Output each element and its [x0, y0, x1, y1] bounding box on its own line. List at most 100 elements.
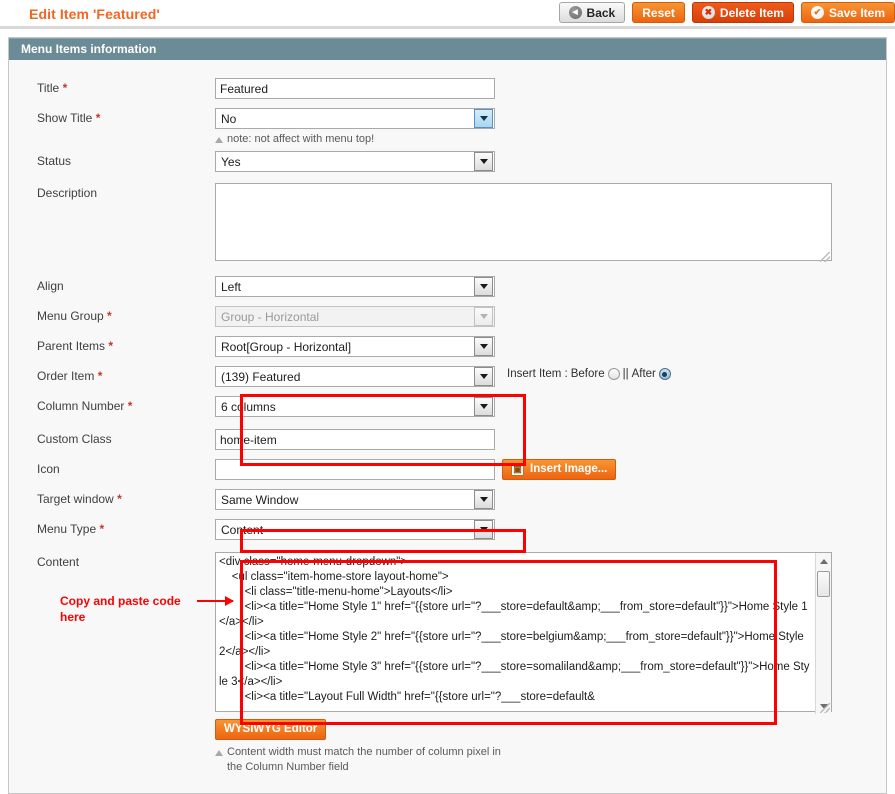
field-row-menu-type: Menu Type * Content: [9, 519, 886, 540]
control-align: Left: [215, 276, 495, 297]
content-note-line2: the Column Number field: [227, 761, 349, 773]
menu-group-select: Group - Horizontal: [215, 306, 495, 327]
chevron-down-icon[interactable]: [474, 152, 493, 171]
label-parent-items-text: Parent Items: [37, 339, 106, 353]
control-show-title: No note: not affect with menu top!: [215, 108, 495, 147]
column-number-value: 6 columns: [221, 399, 276, 414]
scroll-thumb[interactable]: [817, 571, 830, 597]
label-title: Title *: [9, 78, 215, 98]
label-menu-group: Menu Group *: [9, 306, 215, 326]
field-row-column-number: Column Number * 6 columns: [9, 396, 886, 417]
label-parent-items: Parent Items *: [9, 336, 215, 356]
required-marker: *: [95, 111, 101, 125]
target-window-value: Same Window: [221, 492, 299, 507]
content-textarea[interactable]: <div class="home-menu-dropdown"> <ul cla…: [215, 552, 832, 712]
target-window-select[interactable]: Same Window: [215, 489, 495, 510]
control-custom-class: [215, 429, 495, 450]
align-select[interactable]: Left: [215, 276, 495, 297]
field-row-icon: Icon ▣ Insert Image...: [9, 459, 886, 480]
save-item-button-label: Save Item: [828, 5, 885, 20]
field-row-menu-group: Menu Group * Group - Horizontal: [9, 306, 886, 327]
label-order-item: Order Item *: [9, 366, 215, 386]
wysiwyg-editor-button-label: WYSIWYG Editor: [224, 722, 318, 735]
scroll-down-button[interactable]: [816, 698, 831, 714]
panel-header: Menu Items information: [9, 38, 886, 60]
label-title-text: Title: [37, 81, 60, 95]
label-menu-type-text: Menu Type: [37, 522, 97, 536]
content-scrollbar[interactable]: [815, 553, 831, 714]
field-row-title: Title *: [9, 78, 886, 99]
description-textarea[interactable]: [215, 183, 832, 261]
reset-button[interactable]: Reset: [632, 2, 685, 23]
chevron-down-icon[interactable]: [474, 367, 493, 386]
page-title: Edit Item 'Featured': [29, 6, 160, 22]
form-body: Title * Show Title * No note: not affect: [9, 60, 886, 793]
save-item-button[interactable]: ✔ Save Item: [800, 2, 895, 23]
insert-after-radio[interactable]: [658, 368, 671, 380]
content-note: Content width must match the number of c…: [215, 745, 832, 775]
show-title-value: No: [221, 111, 237, 126]
label-description-text: Description: [37, 186, 98, 200]
chevron-down-icon[interactable]: [474, 397, 493, 416]
status-select[interactable]: Yes: [215, 151, 495, 172]
column-number-select[interactable]: 6 columns: [215, 396, 495, 417]
order-item-select[interactable]: (139) Featured: [215, 366, 495, 387]
order-item-value: (139) Featured: [221, 369, 301, 384]
chevron-down-icon[interactable]: [474, 490, 493, 509]
show-title-select[interactable]: No: [215, 108, 495, 129]
parent-items-select[interactable]: Root[Group - Horizontal]: [215, 336, 495, 357]
insert-before-radio[interactable]: [607, 368, 620, 380]
custom-class-input[interactable]: [215, 429, 495, 450]
delete-item-button[interactable]: ✖ Delete Item: [691, 2, 794, 23]
insert-separator: ||: [622, 368, 629, 380]
menu-type-select[interactable]: Content: [215, 519, 495, 540]
title-input[interactable]: [215, 78, 495, 99]
control-content: <div class="home-menu-dropdown"> <ul cla…: [215, 552, 832, 775]
panel-header-label: Menu Items information: [21, 42, 157, 56]
label-menu-type: Menu Type *: [9, 519, 215, 539]
field-row-content: Content <div class="home-menu-dropdown">…: [9, 552, 886, 775]
label-align: Align: [9, 276, 215, 296]
back-circle-icon: ◀: [568, 6, 582, 19]
label-target-window: Target window *: [9, 489, 215, 509]
label-icon: Icon: [9, 459, 215, 479]
align-value: Left: [221, 279, 242, 294]
scroll-up-button[interactable]: [816, 553, 831, 569]
control-status: Yes: [215, 151, 495, 172]
label-target-window-text: Target window: [37, 492, 114, 506]
label-show-title-text: Show Title: [37, 111, 93, 125]
chevron-down-icon[interactable]: [474, 109, 493, 128]
chevron-down-icon[interactable]: [474, 277, 493, 296]
delete-item-button-label: Delete Item: [719, 5, 784, 20]
insert-item-label: Insert Item :: [507, 368, 568, 380]
label-content-text: Content: [37, 555, 80, 569]
annotation-arrow-icon: [197, 596, 234, 606]
label-align-text: Align: [37, 279, 64, 293]
control-target-window: Same Window: [215, 489, 495, 510]
content-note-line1: Content width must match the number of c…: [227, 746, 501, 758]
back-button[interactable]: ◀ Back: [558, 2, 626, 23]
note-triangle-icon: [215, 750, 223, 756]
content-note-lines: Content width must match the number of c…: [227, 745, 501, 775]
chevron-down-icon[interactable]: [474, 337, 493, 356]
chevron-down-icon[interactable]: [474, 520, 493, 539]
control-menu-type: Content: [215, 519, 495, 540]
control-description: [215, 183, 832, 264]
label-column-number: Column Number *: [9, 396, 215, 416]
insert-item-group: Insert Item : Before || After: [507, 368, 671, 380]
parent-items-value: Root[Group - Horizontal]: [221, 339, 352, 354]
wysiwyg-editor-button[interactable]: WYSIWYG Editor: [215, 719, 327, 740]
required-marker: *: [108, 339, 114, 353]
label-custom-class: Custom Class: [9, 429, 215, 449]
page-header: Edit Item 'Featured' ◀ Back Reset ✖ Dele…: [0, 0, 895, 29]
field-row-show-title: Show Title * No note: not affect with me…: [9, 108, 886, 147]
icon-input[interactable]: [215, 459, 495, 480]
label-status: Status: [9, 151, 215, 171]
note-triangle-icon: [215, 137, 223, 143]
required-marker: *: [127, 399, 133, 413]
copy-paste-annotation-line2: here: [60, 610, 86, 624]
menu-items-panel: Menu Items information Title * Show Titl…: [8, 37, 887, 794]
label-status-text: Status: [37, 154, 72, 168]
field-row-order-item: Order Item * (139) Featured Insert Item …: [9, 366, 886, 387]
insert-image-button[interactable]: ▣ Insert Image...: [502, 459, 617, 480]
